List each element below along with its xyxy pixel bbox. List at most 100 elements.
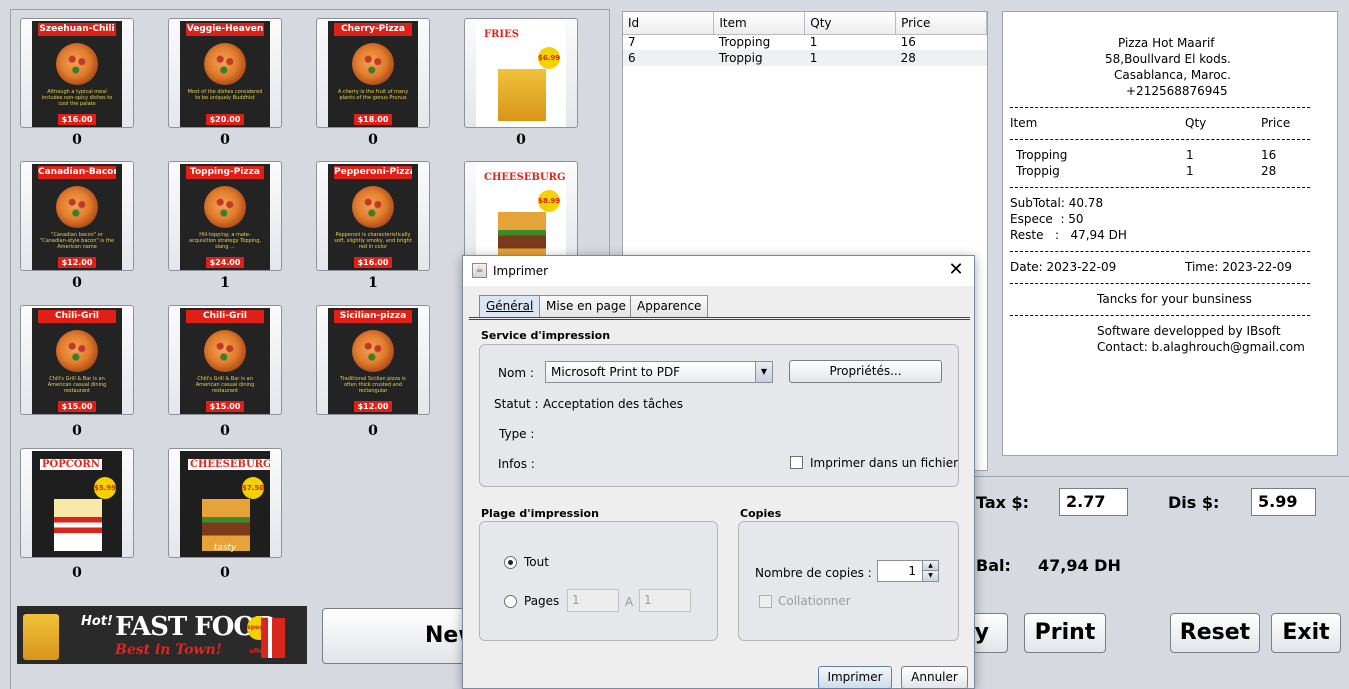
spinner-down-icon[interactable]: ▼ xyxy=(922,571,938,581)
range-group xyxy=(479,521,718,641)
fast-food-banner: Hot! FAST FOOD Best in Town! special off… xyxy=(17,606,307,664)
column-header[interactable]: Id xyxy=(623,12,715,35)
pizza-illustration xyxy=(56,330,98,372)
product-card[interactable]: Szeehuan-Chili Although a typical meal in… xyxy=(20,18,134,128)
receipt-address-2: Casablanca, Maroc. xyxy=(1114,68,1231,82)
service-group-title: Service d'impression xyxy=(481,329,611,342)
table-row[interactable]: 7 Tropping 1 16 xyxy=(623,34,987,50)
product-image: Sicilian-pizza Traditional Sicilian pizza… xyxy=(328,308,418,414)
product-name: Cherry-Pizza xyxy=(334,23,412,36)
product-card[interactable]: FRIES $6.99 xyxy=(464,18,578,128)
table-row[interactable]: 6 Troppig 1 28 xyxy=(623,50,987,66)
printer-select[interactable]: Microsoft Print to PDF ▼ xyxy=(545,361,773,383)
product-card[interactable]: Chili-Gril Chili's Grill & Bar is an Amer… xyxy=(168,305,282,415)
product-description: Although a typical meal includes non-spi… xyxy=(41,89,113,107)
table-cell: 6 xyxy=(628,51,636,65)
receipt-software: Software developped by IBsoft xyxy=(1097,324,1281,338)
spinner-up-icon[interactable]: ▲ xyxy=(922,561,938,571)
print-button[interactable]: Print xyxy=(1024,613,1106,653)
tax-field[interactable]: 2.77 xyxy=(1059,488,1128,516)
copies-spinner[interactable]: 1 ▲ ▼ xyxy=(877,560,939,582)
product-price: $18.00 xyxy=(354,114,392,125)
print-to-file-label: Imprimer dans un fichier xyxy=(810,456,959,470)
product-quantity: 0 xyxy=(220,565,230,581)
product-quantity: 0 xyxy=(72,423,82,439)
product-card[interactable]: Sicilian-pizza Traditional Sicilian pizza… xyxy=(316,305,430,415)
product-name: Szeehuan-Chili xyxy=(38,23,116,36)
product-image: FRIES $6.99 xyxy=(476,21,566,127)
column-header[interactable]: Item xyxy=(713,12,806,35)
tab-mise-en-page[interactable]: Mise en page xyxy=(539,295,633,317)
receipt-phone: +212568876945 xyxy=(1126,84,1228,98)
product-card[interactable]: Topping-Pizza Hill-topping: a mate-acquis… xyxy=(168,161,282,271)
product-price: $16.00 xyxy=(354,257,392,268)
exit-button[interactable]: Exit xyxy=(1271,613,1341,653)
receipt-item-name: Troppig xyxy=(1016,164,1060,178)
product-card[interactable]: CHEESEBURGER $7.50 tasty xyxy=(168,448,282,558)
product-quantity: 1 xyxy=(368,275,378,291)
cancel-button[interactable]: Annuler xyxy=(901,666,968,689)
page-range-radio[interactable] xyxy=(504,595,517,608)
product-price: $12.00 xyxy=(354,401,392,412)
receipt-divider xyxy=(1010,187,1310,188)
product-description: Traditional Sicilian pizza is often thic… xyxy=(340,376,406,394)
product-price: $24.00 xyxy=(206,257,244,268)
table-cell: 28 xyxy=(900,51,916,65)
product-quantity: 0 xyxy=(72,275,82,291)
tab-mise-en-page-label: Mise en page xyxy=(546,299,626,313)
product-card[interactable]: POPCORN $5.99 sweet xyxy=(20,448,134,558)
product-image: Chili-Gril Chili's Grill & Bar is an Amer… xyxy=(32,308,122,414)
product-name: Topping-Pizza xyxy=(186,166,264,179)
price-badge: $5.99 xyxy=(94,477,116,499)
product-price: $16.00 xyxy=(58,114,96,125)
page-to-field[interactable]: 1 xyxy=(639,589,691,612)
product-price: $15.00 xyxy=(206,401,244,412)
print-dialog: ☕ Imprimer ✕ Général Mise en page Appare… xyxy=(462,255,975,689)
all-pages-radio[interactable] xyxy=(504,556,517,569)
banner-subtitle: Best in Town! xyxy=(115,642,222,658)
receipt-item-qty: 1 xyxy=(1186,164,1194,178)
product-name: CHEESEBURGER xyxy=(484,172,566,183)
product-description: "Canadian bacon" or "Canadian-style baco… xyxy=(39,232,115,250)
product-card[interactable]: Cherry-Pizza A cherry is the fruit of man… xyxy=(316,18,430,128)
status-value: Acceptation des tâches xyxy=(543,397,684,411)
receipt-reste: Reste : 47,94 DH xyxy=(1010,228,1127,242)
dialog-title: Imprimer xyxy=(493,264,549,278)
print-to-file-checkbox[interactable] xyxy=(790,456,803,469)
receipt-date: Date: 2023-22-09 xyxy=(1010,260,1117,274)
infos-label: Infos : xyxy=(498,457,535,471)
receipt-espece: Espece : 50 xyxy=(1010,212,1084,226)
receipt-divider xyxy=(1010,251,1310,252)
receipt-subtotal: SubTotal: 40.78 xyxy=(1010,196,1104,210)
receipt-panel: Pizza Hot Maarif 58,Boullvard El kods. C… xyxy=(1002,11,1338,456)
column-header[interactable]: Qty xyxy=(804,12,897,35)
collate-label: Collationner xyxy=(778,594,851,608)
receipt-time: Time: 2023-22-09 xyxy=(1185,260,1292,274)
product-image: POPCORN $5.99 sweet xyxy=(32,451,122,557)
properties-button[interactable]: Propriétés... xyxy=(789,360,942,383)
product-name: Chili-Gril xyxy=(186,310,264,323)
product-image: Pepperoni-Pizza Pepperoni is characterist… xyxy=(328,164,418,270)
table-cell: 16 xyxy=(900,35,916,50)
product-tagline: sweet xyxy=(63,543,91,553)
page-to-label: A xyxy=(625,595,634,609)
receipt-divider xyxy=(1010,139,1310,140)
product-card[interactable]: Chili-Gril Chili's Grill & Bar is an Amer… xyxy=(20,305,134,415)
tab-apparence[interactable]: Apparence xyxy=(630,295,709,317)
reset-button[interactable]: Reset xyxy=(1170,613,1260,653)
product-card[interactable]: Canadian-Bacon "Canadian bacon" or "Canad… xyxy=(20,161,134,271)
print-confirm-button[interactable]: Imprimer xyxy=(818,666,892,689)
discount-field[interactable]: 5.99 xyxy=(1251,488,1316,516)
collate-checkbox[interactable] xyxy=(759,595,772,608)
chevron-down-icon[interactable]: ▼ xyxy=(755,362,772,382)
product-quantity: 0 xyxy=(368,132,378,148)
product-card[interactable]: Pepperoni-Pizza Pepperoni is characterist… xyxy=(316,161,430,271)
column-header[interactable]: Price xyxy=(895,12,987,35)
page-from-field[interactable]: 1 xyxy=(567,589,619,612)
tab-general[interactable]: Général xyxy=(479,295,541,317)
product-card[interactable]: Veggie-Heaven Most of the dishes consider… xyxy=(168,18,282,128)
receipt-shop-name: Pizza Hot Maarif xyxy=(1118,36,1215,50)
product-tagline: tasty xyxy=(213,543,237,553)
close-icon[interactable]: ✕ xyxy=(946,259,966,281)
tax-label: Tax $: xyxy=(976,493,1030,512)
